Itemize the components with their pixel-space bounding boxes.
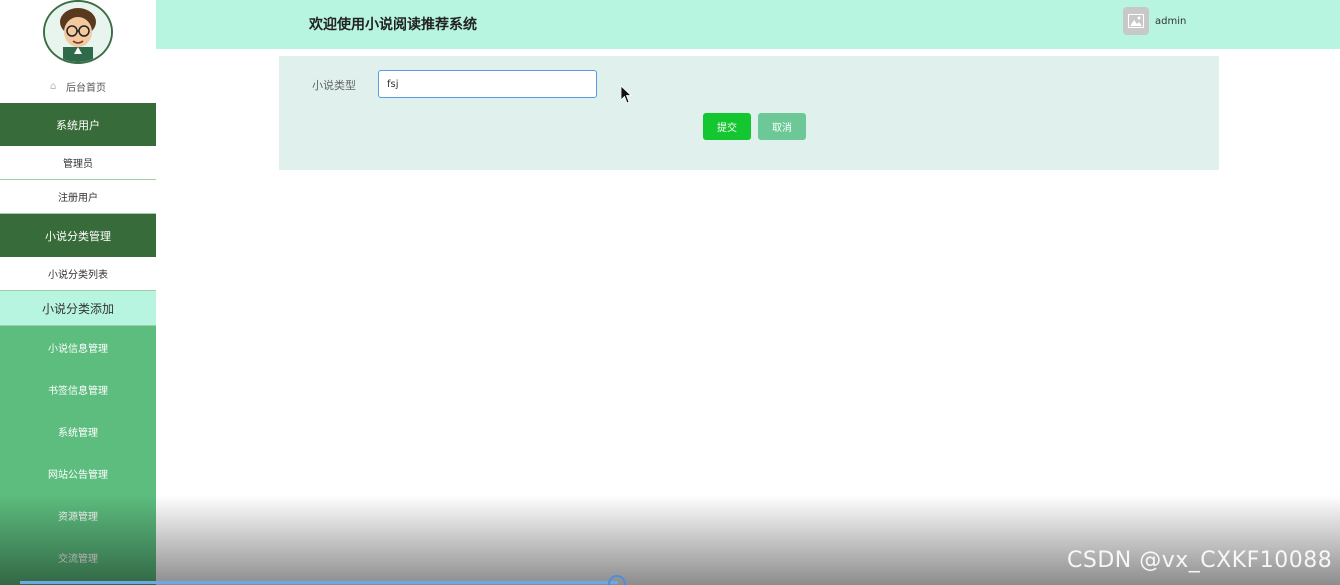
novel-type-input[interactable]: fsj <box>378 70 597 98</box>
sidebar-item-admins[interactable]: 管理员 <box>0 146 156 180</box>
submit-button[interactable]: 提交 <box>703 113 751 140</box>
home-icon: ⌂ <box>50 80 57 92</box>
sidebar-item-category-add[interactable]: 小说分类添加 <box>0 291 156 326</box>
sidebar-item-label: 后台首页 <box>66 83 106 94</box>
sidebar-item-home[interactable]: ⌂ 后台首页 <box>0 70 156 103</box>
sidebar-item-registered-users[interactable]: 注册用户 <box>0 180 156 214</box>
topbar: 欢迎使用小说阅读推荐系统 admin <box>156 0 1340 49</box>
cancel-button[interactable]: 取消 <box>758 113 806 140</box>
sidebar: ⌂ 后台首页 系统用户 管理员 注册用户 小说分类管理 小说分类列表 小说分类添… <box>0 0 156 585</box>
sidebar-item-communication[interactable]: 交流管理 <box>0 536 156 578</box>
sidebar-item-system[interactable]: 系统管理 <box>0 410 156 452</box>
watermark: CSDN @vx_CXKF10088 <box>1067 548 1333 573</box>
video-progress-knob[interactable] <box>608 575 626 585</box>
novel-type-label: 小说类型 <box>312 79 356 92</box>
image-icon <box>1128 14 1144 28</box>
category-form: 小说类型 fsj 提交 取消 <box>279 56 1219 170</box>
avatar <box>43 0 113 64</box>
page-title: 欢迎使用小说阅读推荐系统 <box>309 17 477 33</box>
sidebar-item-novel-info[interactable]: 小说信息管理 <box>0 326 156 368</box>
video-progress-bar[interactable] <box>20 581 618 584</box>
sidebar-group-system-users[interactable]: 系统用户 <box>0 103 156 146</box>
user-avatar[interactable] <box>1123 7 1149 35</box>
mouse-cursor-icon <box>621 86 633 104</box>
avatar-area <box>0 0 156 70</box>
username[interactable]: admin <box>1155 16 1186 27</box>
sidebar-item-bookmark-info[interactable]: 书签信息管理 <box>0 368 156 410</box>
sidebar-item-announcements[interactable]: 网站公告管理 <box>0 452 156 494</box>
sidebar-group-novel-category[interactable]: 小说分类管理 <box>0 214 156 257</box>
sidebar-item-resources[interactable]: 资源管理 <box>0 494 156 536</box>
sidebar-item-category-list[interactable]: 小说分类列表 <box>0 257 156 291</box>
